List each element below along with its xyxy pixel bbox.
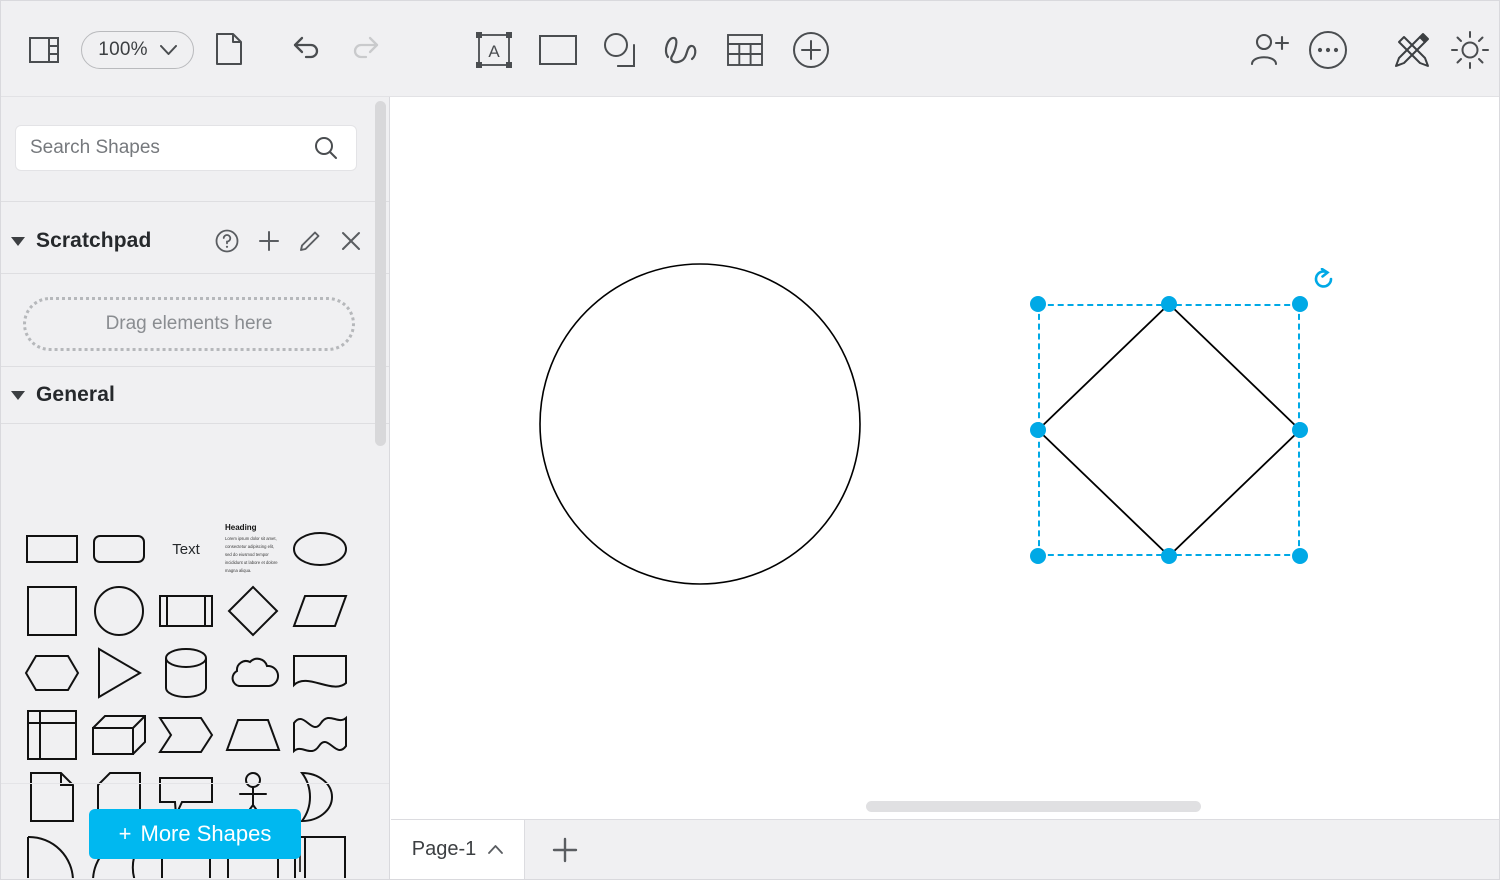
shape-ellipse[interactable]	[287, 518, 353, 580]
resize-handle-e[interactable]	[1292, 422, 1308, 438]
palette-row	[1, 704, 381, 766]
general-title: General	[36, 383, 115, 406]
resize-handle-se[interactable]	[1292, 548, 1308, 564]
shape-hexagon[interactable]	[19, 642, 85, 704]
theme-toggle-button[interactable]	[1449, 29, 1491, 71]
horizontal-scrollbar-thumb[interactable]	[866, 801, 1201, 812]
shape-tape[interactable]	[287, 704, 353, 766]
svg-text:A: A	[488, 42, 500, 61]
plus-icon: +	[118, 821, 132, 846]
shape-process[interactable]	[153, 580, 219, 642]
search-shapes-field[interactable]	[15, 125, 357, 171]
divider	[1, 273, 389, 274]
shape-parallelogram[interactable]	[287, 580, 353, 642]
more-options-button[interactable]	[1307, 29, 1349, 71]
page-tab-page-1[interactable]: Page-1	[391, 820, 525, 879]
shape-diamond[interactable]	[220, 580, 286, 642]
shape-internal-storage[interactable]	[19, 704, 85, 766]
close-icon[interactable]	[340, 230, 362, 252]
resize-handle-sw[interactable]	[1030, 548, 1046, 564]
chevron-down-icon	[159, 44, 177, 56]
undo-button[interactable]	[288, 29, 328, 69]
resize-handle-s[interactable]	[1161, 548, 1177, 564]
page-tab-label: Page-1	[411, 838, 477, 860]
scratchpad-dropzone[interactable]: Drag elements here	[23, 297, 355, 351]
more-shapes-button[interactable]: + More Shapes	[89, 809, 301, 859]
format-design-button[interactable]	[1391, 29, 1433, 71]
insert-text-button[interactable]: A	[473, 29, 515, 71]
shape-cube[interactable]	[86, 704, 152, 766]
resize-handle-w[interactable]	[1030, 422, 1046, 438]
diamond-shape[interactable]	[391, 98, 1499, 818]
top-toolbar: 100% A	[1, 1, 1499, 97]
shape-quarter-circle[interactable]	[19, 828, 85, 878]
triangle-down-icon[interactable]	[11, 236, 25, 246]
resize-handle-n[interactable]	[1161, 296, 1177, 312]
divider	[1, 201, 389, 202]
rotate-icon[interactable]	[1313, 267, 1335, 295]
more-shapes-label: More Shapes	[140, 821, 272, 846]
scratchpad-header[interactable]: Scratchpad	[1, 213, 389, 269]
shape-rectangle[interactable]	[19, 518, 85, 580]
insert-more-button[interactable]	[790, 29, 832, 71]
insert-table-button[interactable]	[724, 29, 766, 71]
insert-rectangle-button[interactable]	[537, 31, 579, 69]
shape-trapezoid[interactable]	[220, 704, 286, 766]
page-tab-bar: Page-1	[391, 819, 1499, 879]
question-circle-icon[interactable]	[215, 229, 239, 253]
divider	[1, 783, 389, 784]
shapes-sidebar: Scratchpad	[1, 97, 390, 879]
search-input[interactable]	[16, 127, 296, 169]
shape-note[interactable]	[19, 766, 85, 828]
shape-step[interactable]	[153, 704, 219, 766]
insert-freehand-button[interactable]	[661, 29, 703, 71]
sidebar-scrollbar[interactable]	[375, 101, 386, 446]
palette-row: Text Heading Lorem ipsum dolor sit amet,…	[1, 518, 381, 580]
shape-rounded-rectangle[interactable]	[86, 518, 152, 580]
shape-textbox-body: Lorem ipsum dolor sit amet, consectetur …	[225, 536, 278, 574]
shape-circle[interactable]	[86, 580, 152, 642]
shape-square[interactable]	[19, 580, 85, 642]
shape-text-label: Text	[172, 540, 200, 558]
general-header[interactable]: General	[1, 367, 389, 423]
shape-document[interactable]	[287, 642, 353, 704]
add-page-button[interactable]	[525, 820, 605, 879]
selection-bounding-box	[1038, 304, 1300, 556]
share-button[interactable]	[1249, 29, 1293, 71]
resize-handle-ne[interactable]	[1292, 296, 1308, 312]
horizontal-scrollbar-track[interactable]	[391, 798, 1499, 818]
triangle-down-icon[interactable]	[11, 390, 25, 400]
resize-handle-nw[interactable]	[1030, 296, 1046, 312]
format-panel-toggle-button[interactable]	[23, 29, 65, 71]
new-page-button[interactable]	[209, 28, 249, 70]
divider	[1, 423, 389, 424]
shape-cylinder[interactable]	[153, 642, 219, 704]
shape-textbox[interactable]: Heading Lorem ipsum dolor sit amet, cons…	[220, 518, 286, 580]
chevron-up-icon[interactable]	[488, 845, 504, 854]
diagram-canvas[interactable]	[391, 98, 1499, 818]
shape-textbox-heading: Heading	[225, 522, 257, 532]
search-icon	[314, 136, 338, 160]
zoom-dropdown[interactable]: 100%	[81, 31, 194, 69]
pencil-icon[interactable]	[299, 230, 321, 252]
shape-text[interactable]: Text	[153, 518, 219, 580]
zoom-value: 100%	[98, 39, 148, 60]
shape-cloud[interactable]	[220, 642, 286, 704]
palette-row	[1, 642, 381, 704]
app-window: 100% A Search Shapes Scratchpad Drag ele…	[0, 0, 1500, 880]
plus-icon	[552, 837, 578, 862]
plus-icon[interactable]	[258, 230, 280, 252]
palette-row	[1, 580, 381, 642]
shape-triangle[interactable]	[86, 642, 152, 704]
insert-shape-button[interactable]	[599, 29, 641, 71]
redo-button[interactable]	[344, 29, 384, 69]
dropzone-label: Drag elements here	[105, 313, 273, 334]
scratchpad-title: Scratchpad	[36, 229, 152, 252]
